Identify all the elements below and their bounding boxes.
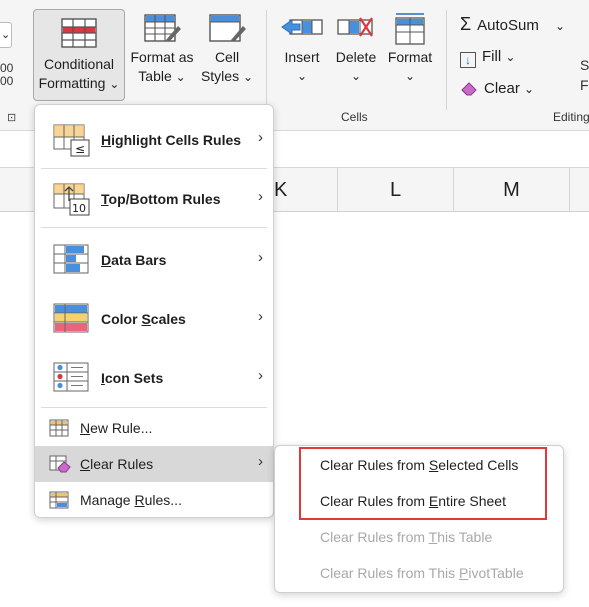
conditional-formatting-label: Conditional <box>43 56 115 72</box>
menu-item-label: Color Scales <box>101 311 186 327</box>
menu-separator <box>41 168 267 169</box>
color-scales-icon <box>53 303 89 333</box>
menu-separator <box>41 227 267 228</box>
column-header[interactable]: L <box>338 168 454 212</box>
chevron-down-icon: ⌄ <box>350 69 362 83</box>
ribbon-separator <box>266 10 267 110</box>
delete-cells-icon <box>337 17 373 37</box>
menu-separator <box>41 407 267 408</box>
column-header[interactable]: K <box>274 168 338 212</box>
menu-item-color-scales[interactable]: Color Scales › <box>35 290 273 348</box>
icon-sets-icon <box>53 362 89 392</box>
highlight-cells-icon: ≤ <box>53 124 90 157</box>
chevron-right-icon: › <box>258 249 263 266</box>
eraser-icon <box>461 82 477 96</box>
new-rule-icon <box>49 419 69 437</box>
menu-item-new-rule[interactable]: New Rule... <box>35 410 273 446</box>
partial-sort-filter[interactable]: S F <box>580 55 589 95</box>
chevron-right-icon: › <box>258 129 263 146</box>
submenu-item-clear-this-table: Clear Rules from This Table <box>320 529 493 545</box>
clear-button[interactable]: Clear ⌄ <box>460 77 534 101</box>
menu-item-manage-rules[interactable]: Manage Rules... <box>35 482 273 518</box>
column-header[interactable]: M <box>454 168 570 212</box>
menu-item-label: Manage Rules... <box>80 492 182 508</box>
fill-button[interactable]: ↓ Fill ⌄ <box>460 45 515 69</box>
chevron-down-icon: ⌄ <box>524 82 535 96</box>
top-bottom-icon: 10 <box>53 183 90 216</box>
partial-dropdown-left[interactable]: ⌄ <box>0 22 12 48</box>
cell-styles-icon <box>209 14 246 42</box>
data-bars-icon <box>53 244 89 274</box>
cells-group-label: Cells <box>341 110 368 124</box>
chevron-down-icon: ⌄ <box>175 70 186 84</box>
chevron-down-icon: ⌄ <box>109 77 120 91</box>
menu-item-label: Icon Sets <box>101 370 164 386</box>
menu-item-icon-sets[interactable]: Icon Sets › <box>35 349 273 407</box>
manage-rules-icon <box>49 491 69 509</box>
clear-rules-icon <box>49 455 71 473</box>
svg-text:≤: ≤ <box>75 142 85 156</box>
autosum-button[interactable]: Σ AutoSum ⌄ <box>460 12 565 36</box>
highlight-annotation-box <box>299 447 547 520</box>
menu-item-label: Highlight Cells Rules <box>101 132 242 148</box>
sigma-icon: Σ <box>460 14 472 34</box>
fill-down-icon: ↓ <box>460 52 476 68</box>
format-cells-icon <box>395 13 425 45</box>
submenu-item-clear-this-pivottable: Clear Rules from This PivotTable <box>320 565 524 581</box>
insert-button[interactable]: Insert ⌄ <box>278 12 326 100</box>
chevron-down-icon: ⌄ <box>404 69 416 83</box>
editing-group-label: Editing <box>553 110 589 124</box>
svg-text:10: 10 <box>72 202 86 215</box>
chevron-right-icon: › <box>258 453 263 470</box>
menu-item-clear-rules[interactable]: Clear Rules › <box>35 446 273 482</box>
format-as-table-button[interactable]: Format as Table ⌄ <box>127 12 197 100</box>
chevron-down-icon: ⌄ <box>1 29 11 41</box>
conditional-formatting-button[interactable]: Conditional Formatting ⌄ <box>33 9 125 101</box>
delete-button[interactable]: Delete ⌄ <box>332 12 380 100</box>
conditional-formatting-menu: ≤ Highlight Cells Rules › 10 Top/Bottom … <box>34 104 274 518</box>
menu-item-label: Clear Rules <box>80 456 154 472</box>
ribbon-separator <box>446 10 447 110</box>
menu-item-label: New Rule... <box>80 420 153 436</box>
format-as-table-icon <box>144 14 181 42</box>
chevron-down-icon: ⌄ <box>242 70 254 84</box>
menu-item-label: Data Bars <box>101 252 167 268</box>
format-button[interactable]: Format ⌄ <box>384 12 436 100</box>
menu-item-top-bottom-rules[interactable]: 10 Top/Bottom Rules › <box>35 170 273 228</box>
chevron-down-icon: ⌄ <box>555 19 566 33</box>
chevron-right-icon: › <box>258 188 263 205</box>
menu-item-data-bars[interactable]: Data Bars › <box>35 231 273 289</box>
conditional-formatting-icon <box>61 18 97 48</box>
chevron-right-icon: › <box>258 308 263 325</box>
menu-item-highlight-cells-rules[interactable]: ≤ Highlight Cells Rules › <box>35 111 273 169</box>
menu-item-label: Top/Bottom Rules <box>101 191 221 207</box>
cell-styles-button[interactable]: Cell Styles ⌄ <box>197 12 257 100</box>
chevron-down-icon: ⌄ <box>505 50 516 64</box>
partial-number-format: 00 00 <box>0 61 14 88</box>
chevron-down-icon: ⌄ <box>296 69 308 83</box>
dialog-launcher-icon[interactable]: ⊡ <box>7 111 16 124</box>
chevron-right-icon: › <box>258 367 263 384</box>
insert-cells-icon <box>281 19 323 35</box>
